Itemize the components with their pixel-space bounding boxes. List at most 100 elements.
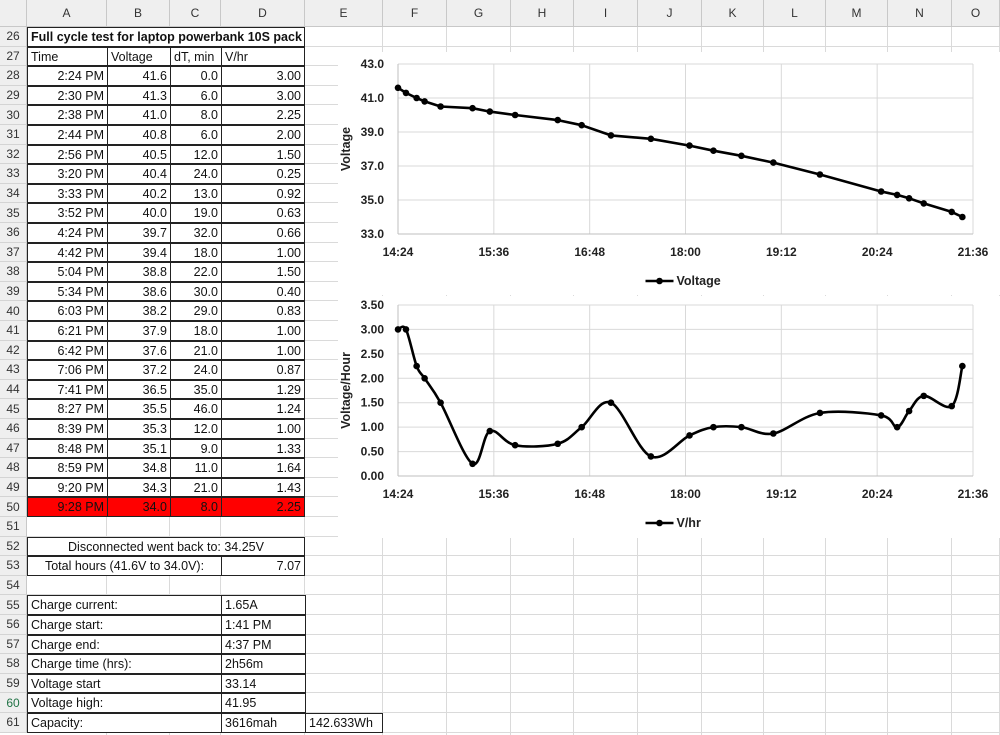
cell-dt[interactable]: 11.0 xyxy=(170,458,222,478)
row-header-26[interactable]: 26 xyxy=(0,27,27,47)
row-header-33[interactable]: 33 xyxy=(0,164,27,184)
column-header-o[interactable]: O xyxy=(952,0,1000,27)
cell-dt[interactable]: 0.0 xyxy=(170,66,222,86)
column-header-b[interactable]: B xyxy=(107,0,170,27)
cell-time[interactable]: 2:24 PM xyxy=(27,66,108,86)
cell-dt[interactable]: 18.0 xyxy=(170,242,222,263)
cell-time[interactable]: 6:03 PM xyxy=(27,301,108,321)
cell-vhr[interactable]: 0.92 xyxy=(221,183,305,204)
cell-vhr[interactable]: 0.66 xyxy=(221,223,305,243)
column-header-i[interactable]: I xyxy=(574,0,638,27)
info-value[interactable]: 33.14 xyxy=(221,673,306,694)
cell-vhr[interactable]: 1.24 xyxy=(221,399,305,419)
cell-vhr[interactable]: 3.00 xyxy=(221,66,305,86)
cell-time[interactable]: 8:59 PM xyxy=(27,458,108,478)
row-header-51[interactable]: 51 xyxy=(0,517,27,537)
row-header-47[interactable]: 47 xyxy=(0,438,27,459)
cell-time[interactable]: 9:28 PM xyxy=(27,497,108,517)
cell-time[interactable]: 7:41 PM xyxy=(27,379,108,400)
cell-voltage[interactable]: 40.5 xyxy=(107,144,171,165)
header-vhr[interactable]: V/hr xyxy=(221,46,305,67)
cell-vhr[interactable]: 1.29 xyxy=(221,379,305,400)
cell-voltage[interactable]: 40.4 xyxy=(107,164,171,184)
cell-voltage[interactable]: 41.0 xyxy=(107,105,171,125)
info-label[interactable]: Voltage start xyxy=(27,673,222,694)
cell-dt[interactable]: 24.0 xyxy=(170,164,222,184)
cell-vhr[interactable]: 1.33 xyxy=(221,438,305,459)
column-header-e[interactable]: E xyxy=(305,0,383,27)
row-header-28[interactable]: 28 xyxy=(0,66,27,86)
cell-vhr[interactable]: 1.50 xyxy=(221,262,305,282)
header-voltage[interactable]: Voltage xyxy=(107,46,171,67)
cell-voltage[interactable]: 37.9 xyxy=(107,321,171,341)
cell-voltage[interactable]: 40.0 xyxy=(107,203,171,223)
header-dt[interactable]: dT, min xyxy=(170,46,222,67)
info-label[interactable]: Charge time (hrs): xyxy=(27,654,222,674)
cell-time[interactable]: 3:33 PM xyxy=(27,183,108,204)
info-value[interactable]: 41.95 xyxy=(221,693,306,713)
row-header-45[interactable]: 45 xyxy=(0,399,27,419)
cell-dt[interactable]: 6.0 xyxy=(170,85,222,106)
row-header-50[interactable]: 50 xyxy=(0,497,27,517)
cell-vhr[interactable]: 0.63 xyxy=(221,203,305,223)
column-header-m[interactable]: M xyxy=(826,0,888,27)
row-header-44[interactable]: 44 xyxy=(0,379,27,400)
column-header-h[interactable]: H xyxy=(511,0,574,27)
cell-time[interactable]: 8:27 PM xyxy=(27,399,108,419)
row-header-46[interactable]: 46 xyxy=(0,419,27,439)
row-header-34[interactable]: 34 xyxy=(0,183,27,204)
row-header-37[interactable]: 37 xyxy=(0,242,27,263)
voltage-chart[interactable]: 33.0 35.0 37.0 39.0 41.0 43.0 14:24 15:36 16:48 1… xyxy=(338,52,1000,295)
cell-time[interactable]: 4:42 PM xyxy=(27,242,108,263)
row-header-48[interactable]: 48 xyxy=(0,458,27,478)
cell-dt[interactable]: 30.0 xyxy=(170,281,222,302)
info-extra[interactable]: 142.633Wh xyxy=(305,713,383,733)
row-header-52[interactable]: 52 xyxy=(0,536,27,557)
cell-voltage[interactable]: 38.2 xyxy=(107,301,171,321)
cell-dt[interactable]: 21.0 xyxy=(170,340,222,361)
cell-voltage[interactable]: 40.8 xyxy=(107,125,171,145)
cell-time[interactable]: 6:21 PM xyxy=(27,321,108,341)
cell-dt[interactable]: 29.0 xyxy=(170,301,222,321)
row-header-49[interactable]: 49 xyxy=(0,477,27,498)
cell-voltage[interactable]: 34.8 xyxy=(107,458,171,478)
cell-vhr[interactable]: 0.83 xyxy=(221,301,305,321)
row-header-56[interactable]: 56 xyxy=(0,615,27,635)
column-header-a[interactable]: A xyxy=(27,0,107,27)
row-header-36[interactable]: 36 xyxy=(0,223,27,243)
cell-vhr[interactable]: 2.25 xyxy=(221,497,305,517)
cell-time[interactable]: 2:56 PM xyxy=(27,144,108,165)
row-header-31[interactable]: 31 xyxy=(0,125,27,145)
cell-vhr[interactable]: 0.87 xyxy=(221,360,305,380)
total-hours-value[interactable]: 7.07 xyxy=(221,556,305,576)
cell-dt[interactable]: 8.0 xyxy=(170,105,222,125)
info-label[interactable]: Charge current: xyxy=(27,595,222,615)
cell-vhr[interactable]: 3.00 xyxy=(221,85,305,106)
cell-dt[interactable]: 13.0 xyxy=(170,183,222,204)
info-value[interactable]: 3616mah xyxy=(221,713,306,733)
cell-time[interactable]: 2:44 PM xyxy=(27,125,108,145)
row-header-43[interactable]: 43 xyxy=(0,360,27,380)
row-header-32[interactable]: 32 xyxy=(0,144,27,165)
row-header-61[interactable]: 61 xyxy=(0,713,27,733)
cell-time[interactable]: 5:04 PM xyxy=(27,262,108,282)
row-header-38[interactable]: 38 xyxy=(0,262,27,282)
cell-dt[interactable]: 35.0 xyxy=(170,379,222,400)
info-value[interactable]: 2h56m xyxy=(221,654,306,674)
cell-voltage[interactable]: 38.6 xyxy=(107,281,171,302)
cell-dt[interactable]: 46.0 xyxy=(170,399,222,419)
cell-vhr[interactable]: 1.00 xyxy=(221,321,305,341)
cell-time[interactable]: 8:39 PM xyxy=(27,419,108,439)
row-header-41[interactable]: 41 xyxy=(0,321,27,341)
cell-vhr[interactable]: 0.25 xyxy=(221,164,305,184)
cell-dt[interactable]: 6.0 xyxy=(170,125,222,145)
row-header-42[interactable]: 42 xyxy=(0,340,27,361)
cell-voltage[interactable]: 36.5 xyxy=(107,379,171,400)
row-header-35[interactable]: 35 xyxy=(0,203,27,223)
cell-dt[interactable]: 24.0 xyxy=(170,360,222,380)
cell-vhr[interactable]: 1.00 xyxy=(221,340,305,361)
cell-time[interactable]: 4:24 PM xyxy=(27,223,108,243)
column-header-l[interactable]: L xyxy=(764,0,826,27)
row-header-29[interactable]: 29 xyxy=(0,85,27,106)
column-header-k[interactable]: K xyxy=(702,0,764,27)
